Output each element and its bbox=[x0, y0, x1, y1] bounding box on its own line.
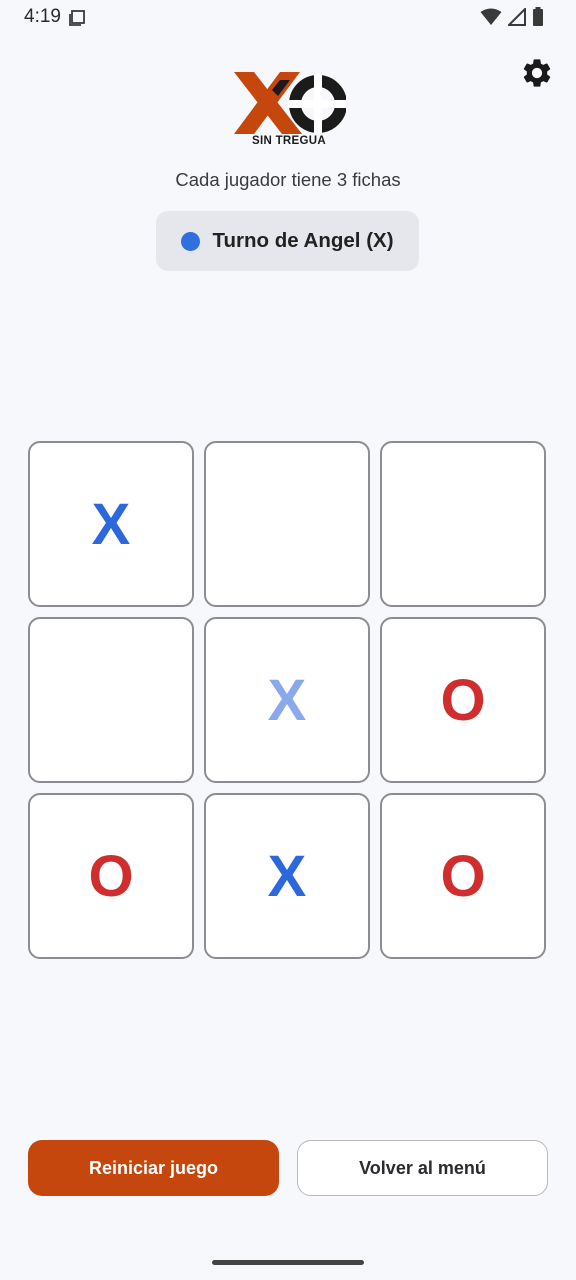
turn-label: Turno de Angel (X) bbox=[212, 229, 394, 252]
status-time: 4:19 bbox=[24, 6, 61, 27]
board-cell[interactable] bbox=[28, 617, 194, 783]
board-cell[interactable]: O bbox=[380, 617, 546, 783]
status-bar: 4:19 bbox=[0, 0, 576, 36]
player-color-dot bbox=[181, 231, 201, 251]
status-icons bbox=[480, 6, 544, 32]
wifi-icon bbox=[480, 8, 502, 31]
game-rule-subtitle: Cada jugador tiene 3 fichas bbox=[175, 169, 401, 190]
logo-text: SIN TREGUA bbox=[252, 135, 326, 147]
board-cell[interactable]: X bbox=[28, 441, 194, 607]
board-cell[interactable]: O bbox=[28, 793, 194, 959]
screen-icon bbox=[68, 9, 86, 32]
battery-icon bbox=[532, 7, 544, 32]
turn-indicator: Turno de Angel (X) bbox=[156, 211, 419, 271]
signal-icon bbox=[506, 6, 526, 31]
gear-icon bbox=[520, 56, 554, 95]
back-to-menu-button[interactable]: Volver al menú bbox=[297, 1140, 548, 1196]
settings-button[interactable] bbox=[517, 55, 557, 95]
board-cell[interactable] bbox=[380, 441, 546, 607]
game-screen: 4:19 SIN TREGUA Cada jugador tiene 3 fic… bbox=[0, 0, 576, 1280]
board-cell[interactable] bbox=[204, 441, 370, 607]
game-board: X X O O X O bbox=[28, 441, 548, 961]
gesture-nav-handle[interactable] bbox=[212, 1260, 364, 1265]
board-cell[interactable]: O bbox=[380, 793, 546, 959]
restart-button[interactable]: Reiniciar juego bbox=[28, 1140, 279, 1196]
board-cell[interactable]: X bbox=[204, 617, 370, 783]
board-cell[interactable]: X bbox=[204, 793, 370, 959]
app-logo: SIN TREGUA bbox=[232, 72, 348, 152]
